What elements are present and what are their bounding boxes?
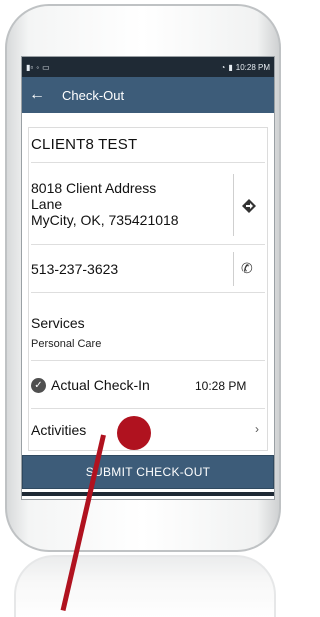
divider bbox=[233, 174, 234, 236]
status-time: 10:28 PM bbox=[235, 62, 270, 72]
submit-checkout-button[interactable]: SUBMIT CHECK-OUT bbox=[22, 455, 274, 489]
divider bbox=[31, 408, 265, 409]
services-value: Personal Care bbox=[31, 338, 102, 350]
back-arrow-icon[interactable]: ← bbox=[22, 86, 52, 104]
message-icon: ▭ bbox=[42, 62, 50, 72]
divider bbox=[31, 360, 265, 361]
nav-bar bbox=[22, 492, 274, 496]
client-name: CLIENT8 TEST bbox=[31, 136, 138, 153]
divider bbox=[233, 252, 234, 286]
wifi-icon: ◔ bbox=[220, 62, 226, 72]
navigation-icon[interactable] bbox=[241, 198, 257, 214]
client-address[interactable]: 8018 Client Address Lane MyCity, OK, 735… bbox=[31, 180, 227, 228]
chevron-right-icon[interactable]: › bbox=[255, 422, 259, 436]
divider bbox=[31, 292, 265, 293]
status-bar: ▮▫ ◦ ▭ ◔ ▮ 10:28 PM bbox=[22, 57, 274, 77]
checkin-time: 10:28 PM bbox=[195, 379, 247, 393]
address-line-1: 8018 Client Address bbox=[31, 180, 157, 196]
address-line-3: MyCity, OK, 735421018 bbox=[31, 212, 179, 228]
battery-icon: ▮ bbox=[228, 62, 233, 72]
page-title: Check-Out bbox=[62, 87, 125, 103]
checkmark-circle-icon: ✓ bbox=[31, 378, 46, 393]
notification-icon: ◦ bbox=[36, 62, 40, 72]
divider bbox=[31, 244, 265, 245]
annotation-pointer-dot bbox=[117, 416, 151, 450]
divider bbox=[31, 162, 265, 163]
phone-reflection bbox=[14, 555, 276, 617]
app-bar: ← Check-Out bbox=[22, 77, 274, 113]
signal-icon: ▮▫ bbox=[26, 62, 34, 72]
client-card: CLIENT8 TEST 8018 Client Address Lane My… bbox=[28, 127, 268, 451]
phone-icon[interactable]: ✆ bbox=[241, 260, 253, 277]
address-line-2: Lane bbox=[31, 196, 63, 212]
services-label: Services bbox=[31, 315, 85, 331]
